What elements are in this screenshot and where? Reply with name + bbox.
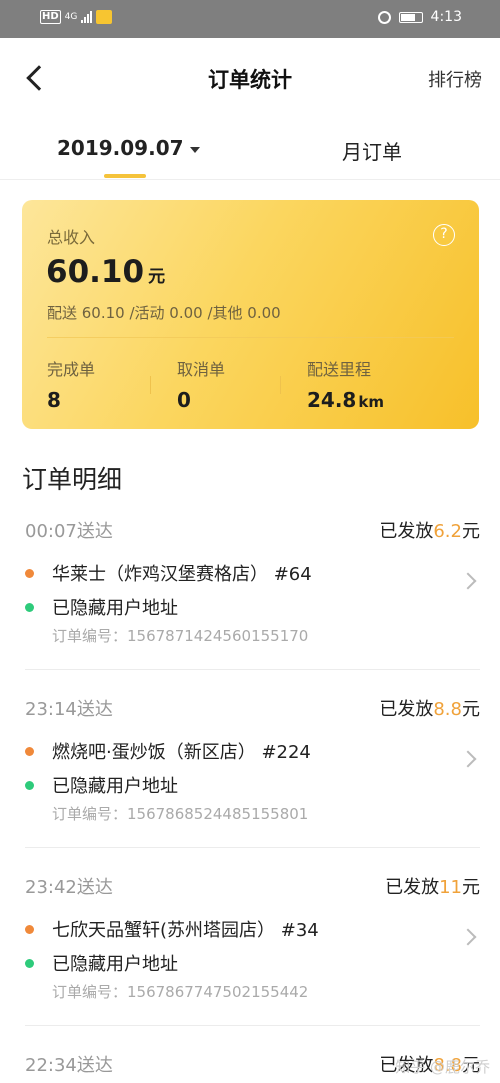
order-number: 订单编号：1567871424560155170 xyxy=(52,627,309,645)
stat-separator xyxy=(280,376,281,394)
payout-unit: 元 xyxy=(462,877,480,898)
order-item[interactable]: 00:07送达 已发放6.2元 华莱士（炸鸡汉堡赛格店） #64 已隐藏用户地址… xyxy=(0,517,500,695)
customer-address: 已隐藏用户地址 xyxy=(52,954,178,975)
delivery-time: 23:14送达 xyxy=(25,699,113,720)
payout-prefix: 已发放 xyxy=(379,699,434,720)
shop-name: 七欣天品蟹轩(苏州塔园店） #34 xyxy=(52,920,319,941)
card-divider xyxy=(47,337,454,338)
delivery-time: 00:07送达 xyxy=(25,521,113,542)
total-income-label: 总收入 xyxy=(47,228,96,247)
stat-value: 8 xyxy=(47,388,95,412)
payout-amount: 6.2 xyxy=(433,521,462,542)
signal-icon xyxy=(81,11,93,23)
customer-address: 已隐藏用户地址 xyxy=(52,776,178,797)
stat-number: 0 xyxy=(177,388,191,412)
stat-separator xyxy=(150,376,151,394)
stat-label: 配送里程 xyxy=(307,360,372,379)
payout-prefix: 已发放 xyxy=(385,877,440,898)
network-label: 4G xyxy=(64,11,78,22)
status-time: 4:13 xyxy=(430,9,462,25)
order-number: 订单编号：1567867747502155442 xyxy=(52,983,309,1001)
pickup-dot-icon xyxy=(25,746,34,756)
chevron-right-icon[interactable] xyxy=(459,572,477,590)
order-details-heading: 订单明细 xyxy=(22,465,123,494)
dropoff-dot-icon xyxy=(25,780,34,790)
payout-status: 已发放6.2元 xyxy=(379,517,480,543)
order-item[interactable]: 23:14送达 已发放8.8元 燃烧吧·蛋炒饭（新区店） #224 已隐藏用户地… xyxy=(0,695,500,873)
tab-active-indicator xyxy=(104,174,146,178)
shop-row: 七欣天品蟹轩(苏州塔园店） #34 xyxy=(25,916,319,942)
delivery-time: 23:42送达 xyxy=(25,877,113,898)
address-row: 已隐藏用户地址 xyxy=(25,594,178,620)
shop-row: 燃烧吧·蛋炒饭（新区店） #224 xyxy=(25,738,311,764)
stat-label: 取消单 xyxy=(177,360,226,379)
stat-number: 8 xyxy=(47,388,61,412)
chevron-right-icon[interactable] xyxy=(459,750,477,768)
stat-number: 24.8 xyxy=(307,388,357,412)
stat-distance: 配送里程 24.8 km xyxy=(307,356,384,412)
order-item[interactable]: 23:42送达 已发放11元 七欣天品蟹轩(苏州塔园店） #34 已隐藏用户地址… xyxy=(0,873,500,1051)
total-income-amount: 60.10 元 xyxy=(46,254,165,290)
payout-amount: 11 xyxy=(439,877,462,898)
row-divider xyxy=(25,669,480,670)
chevron-right-icon[interactable] xyxy=(459,928,477,946)
delivery-time: 22:34送达 xyxy=(25,1055,113,1076)
stat-completed: 完成单 8 xyxy=(47,356,95,412)
status-left: HD 4G xyxy=(40,10,113,24)
income-summary-card: 总收入 ? 60.10 元 配送 60.10 /活动 0.00 /其他 0.00 … xyxy=(22,200,479,429)
address-row: 已隐藏用户地址 xyxy=(25,772,178,798)
shop-name: 华莱士（炸鸡汉堡赛格店） #64 xyxy=(52,564,312,585)
payout-amount: 8.8 xyxy=(433,699,462,720)
payout-unit: 元 xyxy=(462,521,480,542)
dropoff-dot-icon xyxy=(25,958,34,968)
status-bar: HD 4G 4:13 xyxy=(0,0,500,38)
dropoff-dot-icon xyxy=(25,602,34,612)
nav-bar: 订单统计 排行榜 xyxy=(0,38,500,118)
stat-label: 完成单 xyxy=(47,360,96,379)
help-icon[interactable]: ? xyxy=(433,224,455,246)
tab-bar: 2019.09.07 月订单 xyxy=(0,118,500,180)
customer-address: 已隐藏用户地址 xyxy=(52,598,178,619)
app-notification-icon xyxy=(96,10,113,24)
amount-unit: 元 xyxy=(148,267,166,287)
tab-monthly-orders[interactable]: 月订单 xyxy=(342,136,402,165)
payout-unit: 元 xyxy=(462,699,480,720)
shop-row: 华莱士（炸鸡汉堡赛格店） #64 xyxy=(25,560,312,586)
page-title: 订单统计 xyxy=(208,68,292,92)
order-number: 订单编号：1567868524485155801 xyxy=(52,805,309,823)
stat-value: 24.8 km xyxy=(307,388,384,412)
watermark: 知乎 @鹿尔乔 xyxy=(395,1058,490,1076)
status-right: 4:13 xyxy=(377,9,462,25)
amount-value: 60.10 xyxy=(46,254,145,290)
stat-unit: km xyxy=(358,393,384,411)
alarm-icon xyxy=(377,10,391,24)
tab-date-label: 2019.09.07 xyxy=(57,136,184,160)
hd-badge: HD xyxy=(40,10,61,24)
tab-date[interactable]: 2019.09.07 xyxy=(57,136,200,160)
battery-icon xyxy=(398,11,423,23)
payout-status: 已发放8.8元 xyxy=(379,695,480,721)
stat-value: 0 xyxy=(177,388,225,412)
stat-cancelled: 取消单 0 xyxy=(177,356,225,412)
row-divider xyxy=(25,847,480,848)
pickup-dot-icon xyxy=(25,924,34,934)
payout-prefix: 已发放 xyxy=(379,521,434,542)
row-divider xyxy=(25,1025,480,1026)
address-row: 已隐藏用户地址 xyxy=(25,950,178,976)
ranking-link[interactable]: 排行榜 xyxy=(428,66,482,92)
pickup-dot-icon xyxy=(25,568,34,578)
caret-down-icon xyxy=(189,146,200,153)
income-breakdown: 配送 60.10 /活动 0.00 /其他 0.00 xyxy=(47,304,281,322)
payout-status: 已发放11元 xyxy=(385,873,480,899)
shop-name: 燃烧吧·蛋炒饭（新区店） #224 xyxy=(52,742,311,763)
